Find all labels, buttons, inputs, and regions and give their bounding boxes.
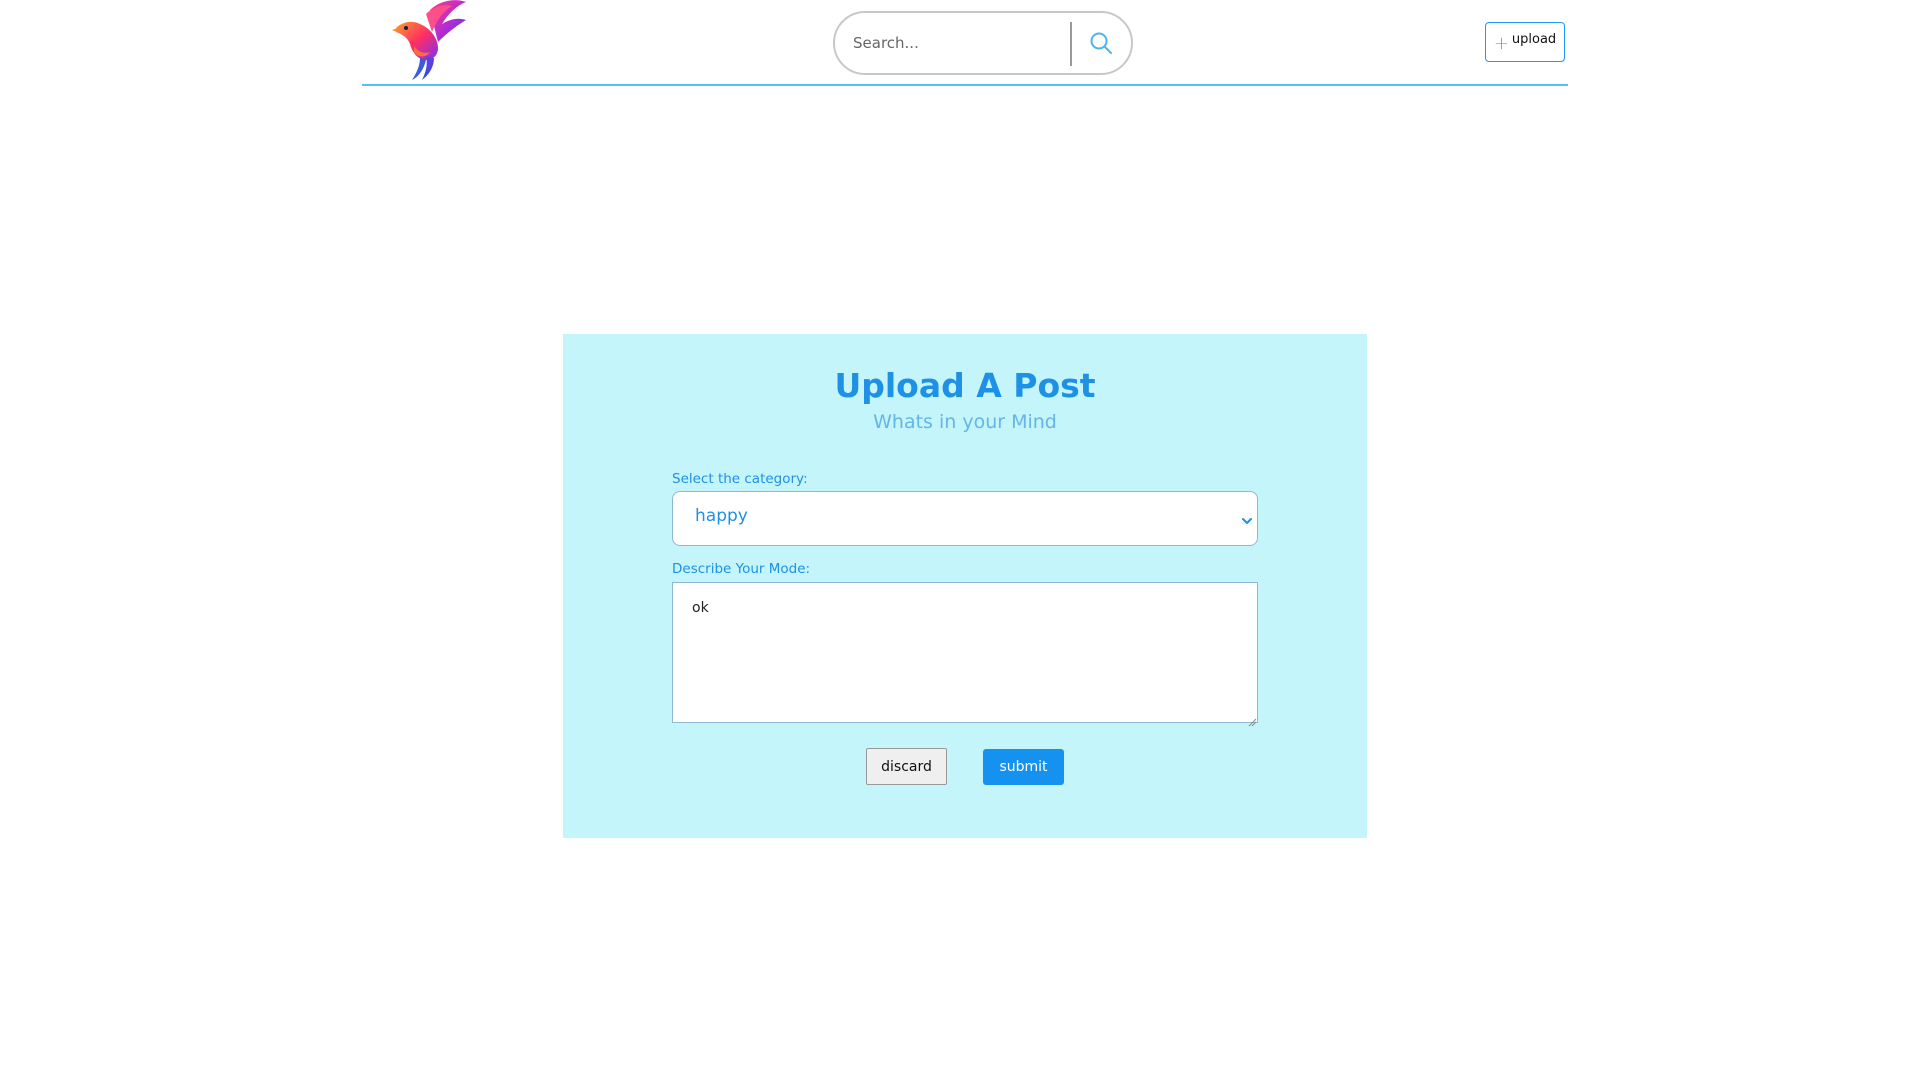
page-title: Upload A Post bbox=[834, 366, 1096, 405]
category-label: Select the category: bbox=[672, 471, 808, 487]
upload-post-card: Upload A Post Whats in your Mind Select … bbox=[563, 334, 1367, 838]
category-select[interactable]: happy bbox=[672, 491, 1258, 546]
mode-label: Describe Your Mode: bbox=[672, 561, 811, 577]
top-header: + upload bbox=[362, 0, 1568, 86]
mode-textarea[interactable]: ok bbox=[672, 582, 1258, 723]
search-button[interactable] bbox=[1077, 21, 1125, 67]
search-icon bbox=[1089, 31, 1113, 58]
page: + upload Upload A Post Whats in your Min… bbox=[0, 0, 1920, 1080]
discard-button[interactable]: discard bbox=[866, 748, 947, 785]
resize-grip-icon[interactable] bbox=[1247, 712, 1257, 727]
chevron-down-icon bbox=[1241, 512, 1253, 524]
plus-icon: + bbox=[1493, 33, 1509, 54]
category-selected-value: happy bbox=[695, 506, 748, 526]
upload-button[interactable]: + upload bbox=[1485, 22, 1565, 62]
submit-button[interactable]: submit bbox=[983, 749, 1064, 785]
search-divider bbox=[1070, 22, 1072, 66]
upload-label: upload bbox=[1511, 31, 1557, 47]
search-box bbox=[833, 11, 1133, 75]
page-subtitle: Whats in your Mind bbox=[873, 411, 1057, 433]
search-input[interactable] bbox=[853, 27, 1073, 59]
bird-logo[interactable] bbox=[382, 0, 468, 82]
